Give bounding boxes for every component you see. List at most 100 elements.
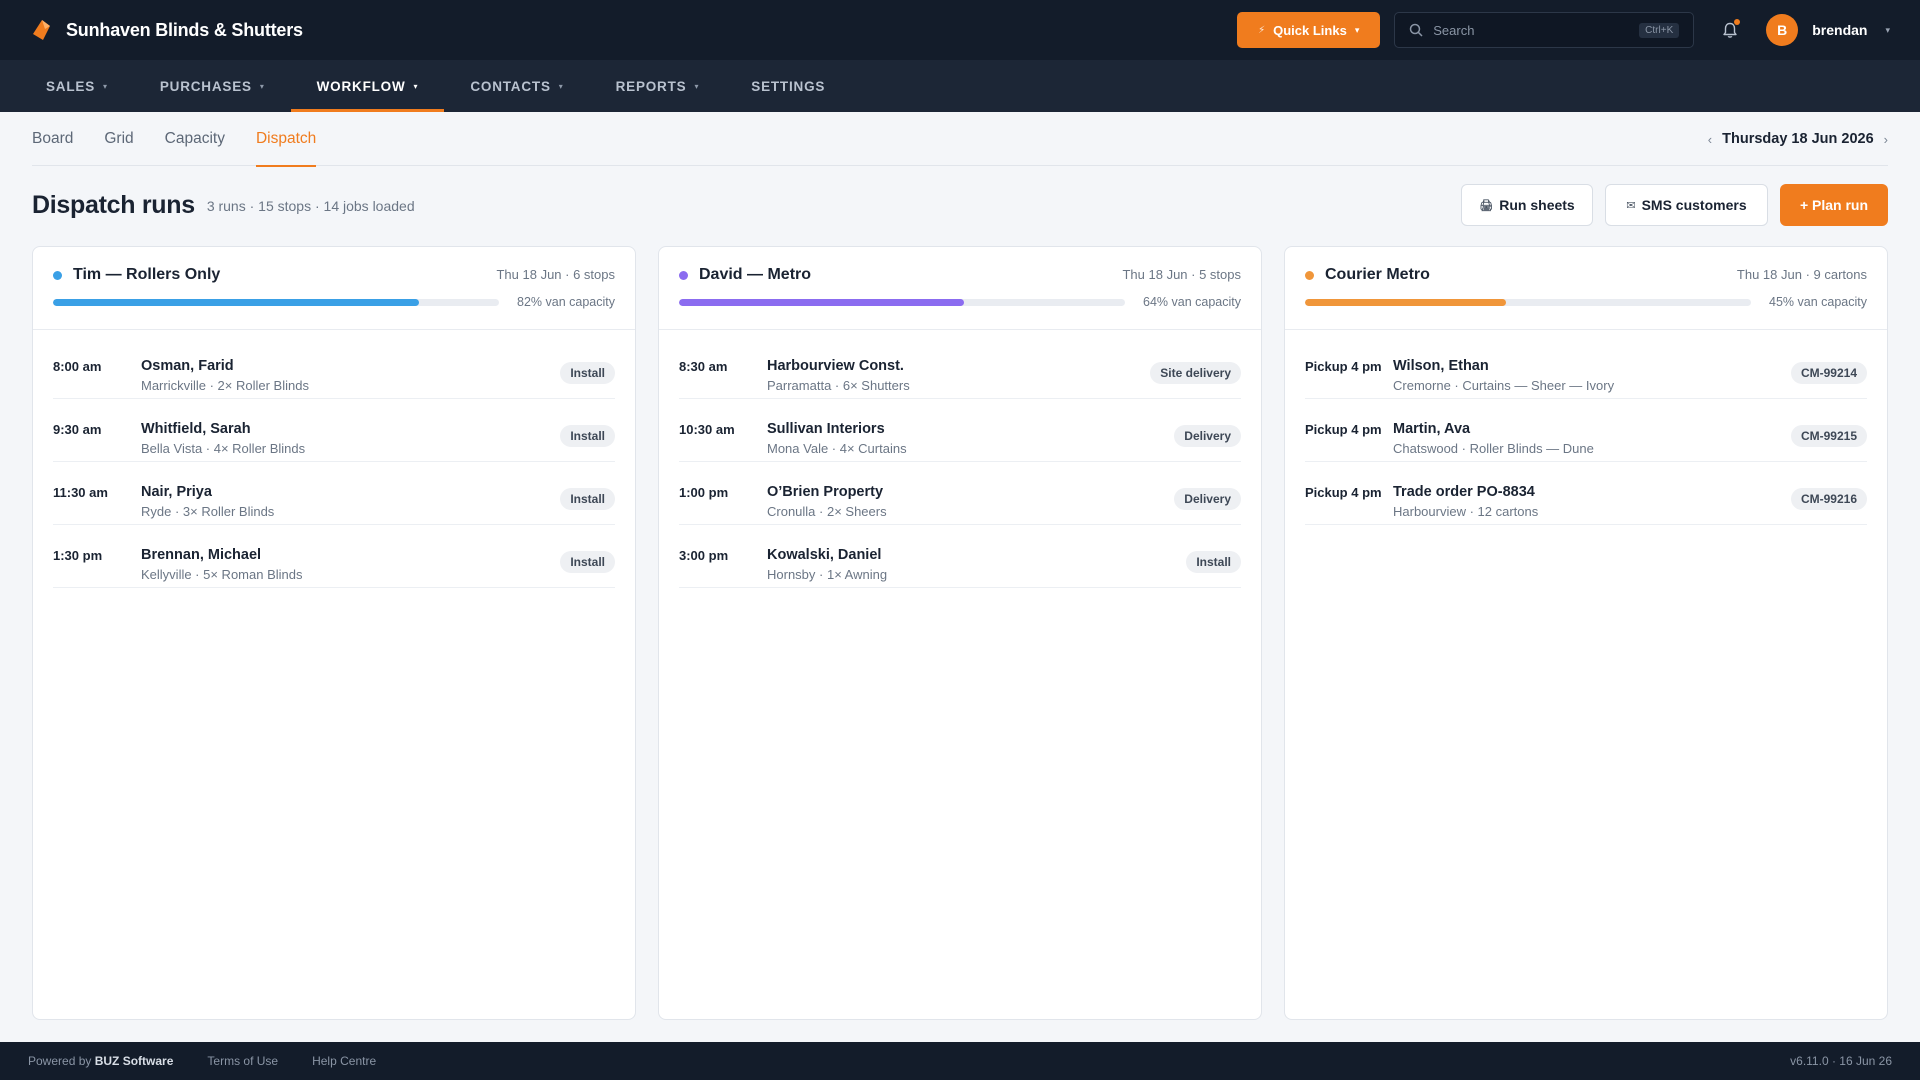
top-bar: Sunhaven Blinds & Shutters ⚡ Quick Links… [0, 0, 1920, 60]
main-nav: SALES ▾ PURCHASES ▾ WORKFLOW ▾ CONTACTS ▾ RE… [0, 60, 1920, 112]
run-title[interactable]: Tim — Rollers Only [73, 266, 220, 284]
run-color-dot [1305, 270, 1314, 280]
sms-customers-button[interactable]: ✉ SMS customers [1605, 184, 1768, 226]
search-box[interactable]: Ctrl+K [1394, 12, 1695, 48]
chevron-down-icon: ▾ [1354, 24, 1360, 35]
run-meta: Thu 18 Jun · 6 stops [496, 267, 615, 282]
notifications-button[interactable] [1716, 16, 1744, 44]
nav-item-reports[interactable]: REPORTS ▾ [590, 60, 726, 112]
stop-customer: Whitfield, Sarah [141, 421, 251, 437]
nav-item-workflow[interactable]: WORKFLOW ▾ [290, 60, 445, 112]
stop-customer: Wilson, Ethan [1393, 358, 1489, 374]
stop-time: Pickup 4 pm [1305, 359, 1382, 374]
nav-item-purchases[interactable]: PURCHASES ▾ [134, 60, 291, 112]
quick-links-label: Quick Links [1273, 22, 1347, 38]
stop-list: 8:30 am Harbourview Const. Parramatta · 6×… [659, 336, 1261, 588]
stop-customer: Trade order PO-8834 [1393, 484, 1535, 500]
powered-by: Powered by BUZ Software [28, 1054, 173, 1068]
printer-icon: 🖨 [1479, 199, 1494, 212]
nav-item-sales[interactable]: SALES ▾ [20, 60, 134, 112]
page-actions: 🖨 Run sheets ✉ SMS customers + Plan run [1461, 184, 1888, 226]
chevron-down-icon: ▾ [558, 81, 564, 91]
nav-label: SETTINGS [751, 78, 826, 94]
nav-item-settings[interactable]: SETTINGS [725, 60, 851, 112]
page-title: Dispatch runs [32, 190, 195, 219]
stop-time: 8:00 am [53, 359, 102, 374]
sms-customers-label: SMS customers [1641, 197, 1747, 213]
stop-time: 1:00 pm [679, 485, 729, 500]
stop-badge: Delivery [1174, 488, 1241, 510]
stop-time: 9:30 am [53, 422, 102, 437]
tab-board[interactable]: Board [32, 112, 73, 166]
view-tabs: Board Grid Capacity Dispatch ‹ Thursday … [32, 112, 1888, 167]
stop-row[interactable]: 1:30 pm Brennan, Michael Kellyville · 5× R… [53, 525, 615, 588]
stop-row[interactable]: Pickup 4 pm Trade order PO-8834 Harbourvie… [1305, 462, 1867, 525]
app-title: Sunhaven Blinds & Shutters [66, 19, 303, 40]
search-input[interactable] [1433, 22, 1630, 38]
avatar[interactable]: B [1766, 14, 1799, 46]
stop-detail: Bella Vista · 4× Roller Blinds [141, 441, 306, 456]
capacity-bar [679, 298, 1125, 306]
nav-label: WORKFLOW [316, 78, 406, 94]
powered-brand[interactable]: BUZ Software [95, 1054, 174, 1068]
stop-row[interactable]: 10:30 am Sullivan Interiors Mona Vale · 4×… [679, 399, 1241, 462]
stop-row[interactable]: 8:00 am Osman, Farid Marrickville · 2× Rol… [53, 336, 615, 399]
brand[interactable]: Sunhaven Blinds & Shutters [30, 19, 303, 41]
stop-customer: Kowalski, Daniel [767, 547, 882, 563]
plan-run-button[interactable]: + Plan run [1780, 184, 1888, 226]
chevron-left-icon[interactable]: ‹ [1708, 132, 1712, 147]
stop-row[interactable]: 3:00 pm Kowalski, Daniel Hornsby · 1× Awni… [679, 525, 1241, 588]
user-menu-chevron-icon[interactable]: ▾ [1885, 25, 1890, 36]
run-title[interactable]: Courier Metro [1325, 266, 1430, 284]
run-column: Courier Metro Thu 18 Jun · 9 cartons 45% v… [1284, 246, 1888, 1020]
stop-time: 3:00 pm [679, 548, 729, 563]
stop-badge: CM-99214 [1790, 362, 1867, 384]
quick-links-button[interactable]: ⚡ Quick Links ▾ [1237, 12, 1381, 48]
stop-badge: Install [560, 488, 615, 510]
stop-badge: Delivery [1174, 425, 1241, 447]
tab-grid[interactable]: Grid [104, 112, 133, 166]
nav-label: REPORTS [615, 78, 687, 94]
tab-dispatch[interactable]: Dispatch [255, 112, 317, 167]
search-icon [1409, 23, 1423, 37]
capacity-fill [679, 298, 965, 306]
run-column: David — Metro Thu 18 Jun · 5 stops 64% van… [658, 246, 1262, 1020]
help-link[interactable]: Help Centre [312, 1054, 376, 1068]
chevron-right-icon[interactable]: › [1884, 132, 1888, 147]
capacity-text: 82% van capacity [517, 295, 615, 309]
stop-row[interactable]: Pickup 4 pm Martin, Ava Chatswood · Roller… [1305, 399, 1867, 462]
stop-customer: Harbourview Const. [767, 358, 904, 374]
envelope-icon: ✉ [1626, 199, 1636, 212]
powered-prefix: Powered by [28, 1054, 92, 1068]
stop-time: 11:30 am [53, 485, 108, 500]
notification-dot [1734, 19, 1741, 25]
terms-link[interactable]: Terms of Use [207, 1054, 278, 1068]
search-shortcut: Ctrl+K [1639, 22, 1680, 38]
stop-row[interactable]: 11:30 am Nair, Priya Ryde · 3× Roller Blin… [53, 462, 615, 525]
stop-customer: O’Brien Property [767, 484, 884, 500]
username[interactable]: brendan [1812, 22, 1867, 38]
run-color-dot [53, 270, 62, 280]
stop-detail: Ryde · 3× Roller Blinds [141, 504, 275, 519]
run-title[interactable]: David — Metro [699, 266, 811, 284]
stop-detail: Cremorne · Curtains — Sheer — Ivory [1393, 378, 1615, 393]
stop-detail: Chatswood · Roller Blinds — Dune [1393, 441, 1594, 456]
stop-customer: Sullivan Interiors [767, 421, 885, 437]
chevron-down-icon: ▾ [413, 81, 419, 91]
run-sheets-button[interactable]: 🖨 Run sheets [1461, 184, 1593, 226]
nav-item-contacts[interactable]: CONTACTS ▾ [444, 60, 589, 112]
stop-detail: Kellyville · 5× Roman Blinds [141, 567, 303, 582]
stop-row[interactable]: 9:30 am Whitfield, Sarah Bella Vista · 4× … [53, 399, 615, 462]
stop-row[interactable]: 1:00 pm O’Brien Property Cronulla · 2× She… [679, 462, 1241, 525]
page-summary: 3 runs · 15 stops · 14 jobs loaded [206, 198, 415, 214]
nav-label: CONTACTS [470, 78, 551, 94]
stop-row[interactable]: 8:30 am Harbourview Const. Parramatta · 6×… [679, 336, 1241, 399]
tab-capacity[interactable]: Capacity [165, 112, 225, 166]
run-column: Tim — Rollers Only Thu 18 Jun · 6 stops 82… [32, 246, 636, 1020]
stop-customer: Osman, Farid [141, 358, 234, 374]
nav-label: PURCHASES [159, 78, 252, 94]
run-header: David — Metro Thu 18 Jun · 5 stops 64% van… [659, 247, 1261, 330]
stop-row[interactable]: Pickup 4 pm Wilson, Ethan Cremorne · Curta… [1305, 336, 1867, 399]
chevron-down-icon: ▾ [694, 81, 700, 91]
stop-list: Pickup 4 pm Wilson, Ethan Cremorne · Curta… [1285, 336, 1887, 525]
